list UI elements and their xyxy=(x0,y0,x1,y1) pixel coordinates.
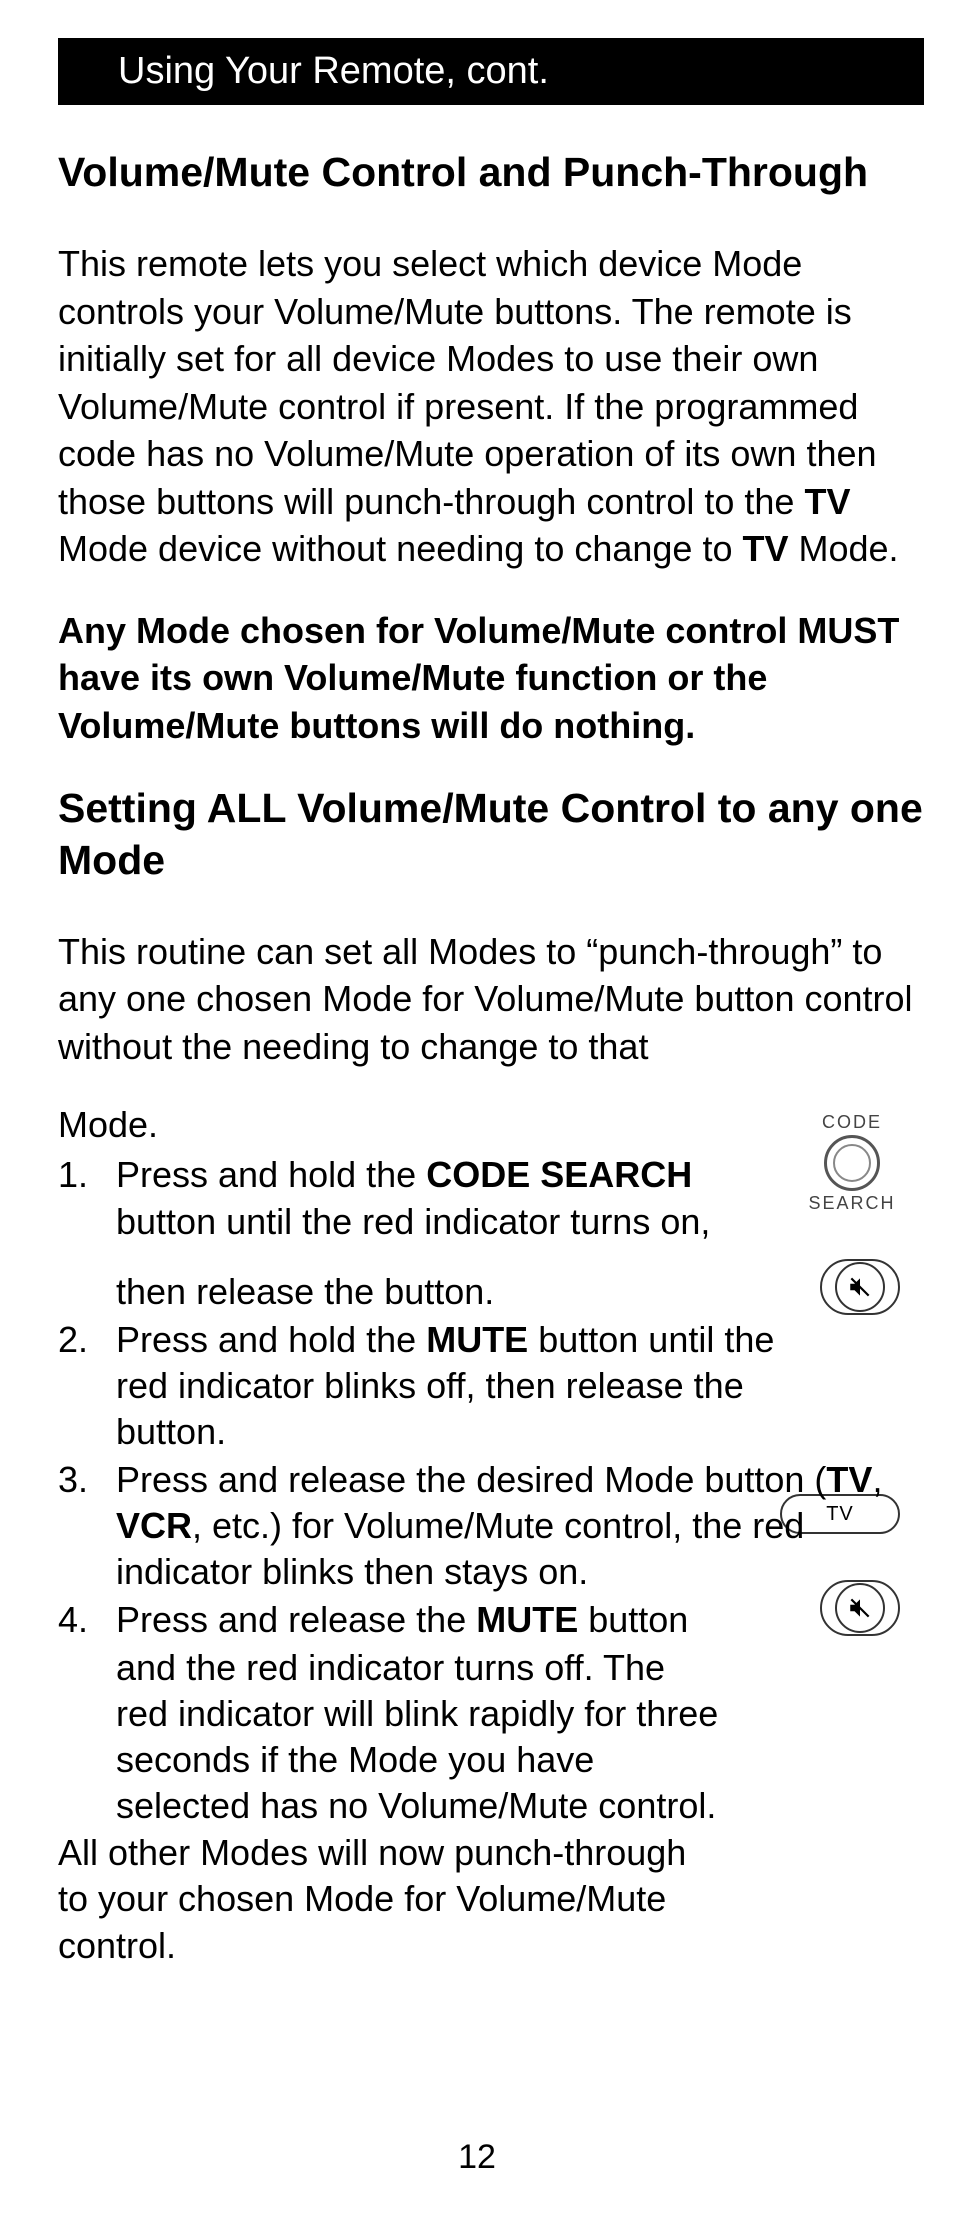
text: Press and release the desired Mode butto… xyxy=(116,1459,826,1500)
mute-inner-circle xyxy=(835,1262,885,1312)
heading-volume-mute-punchthrough: Volume/Mute Control and Punch-Through xyxy=(58,147,924,198)
icon-label-top: CODE xyxy=(804,1112,900,1133)
section-header-bar: Using Your Remote, cont. xyxy=(58,38,924,105)
step-1-continuation: then release the button. xyxy=(58,1269,924,1315)
conclusion-text: All other Modes will now punch-through t… xyxy=(58,1830,924,1970)
mute-icon xyxy=(820,1259,900,1315)
vcr-label: VCR xyxy=(116,1505,192,1546)
text: button xyxy=(578,1599,688,1640)
paragraph-intro: This remote lets you select which device… xyxy=(58,240,924,573)
steps-list: Press and hold the CODE SEARCH button un… xyxy=(58,1152,924,1244)
step-4-continuation: and the red indicator turns off. The red… xyxy=(58,1645,924,1829)
text: Press and release the xyxy=(116,1599,476,1640)
text: Mode. xyxy=(789,528,899,569)
step-2: Press and hold the MUTE button until the… xyxy=(58,1317,924,1455)
paragraph-warning: Any Mode chosen for Volume/Mute control … xyxy=(58,607,924,750)
paragraph-routine-intro: This routine can set all Modes to “punch… xyxy=(58,928,924,1071)
steps-list-cont: Press and hold the MUTE button until the… xyxy=(58,1317,924,1644)
mute-label: MUTE xyxy=(476,1599,578,1640)
speaker-mute-icon xyxy=(847,1274,873,1300)
text: , etc.) for Volume/Mute control, the red… xyxy=(116,1505,804,1592)
code-search-label: CODE SEARCH xyxy=(426,1154,692,1195)
text: Press and hold the xyxy=(116,1154,426,1195)
text: Mode device without needing to change to xyxy=(58,528,742,569)
step-1: Press and hold the CODE SEARCH button un… xyxy=(58,1152,924,1244)
tv-label: TV xyxy=(826,1459,872,1500)
tv-label: TV xyxy=(742,528,788,569)
text: Press and hold the xyxy=(116,1319,426,1360)
mute-button-graphic xyxy=(820,1259,900,1315)
mute-label: MUTE xyxy=(426,1319,528,1360)
step-3: Press and release the desired Mode butto… xyxy=(58,1457,924,1595)
step-4: Press and release the MUTE button xyxy=(58,1597,924,1643)
text: This remote lets you select which device… xyxy=(58,243,877,522)
tv-label: TV xyxy=(804,481,850,522)
page-number: 12 xyxy=(0,2138,954,2177)
mode-continuation: Mode. xyxy=(58,1104,924,1146)
text: button until the red indicator turns on, xyxy=(116,1201,710,1242)
steps-container: CODE SEARCH TV Mode. Press and xyxy=(58,1104,924,1969)
heading-setting-all-volume: Setting ALL Volume/Mute Control to any o… xyxy=(58,783,924,886)
manual-page: Using Your Remote, cont. Volume/Mute Con… xyxy=(0,0,954,2227)
text: , xyxy=(872,1459,882,1500)
